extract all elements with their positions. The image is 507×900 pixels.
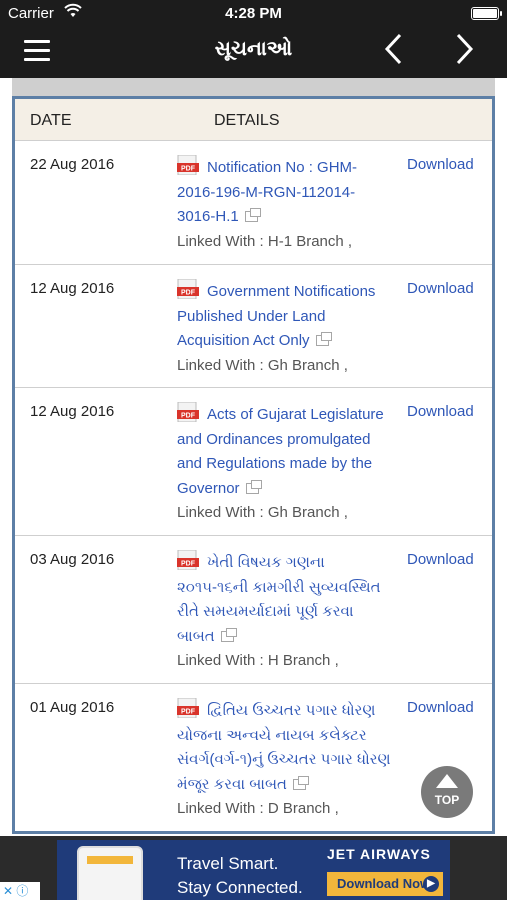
pdf-icon: PDF bbox=[177, 155, 199, 175]
chevron-left-icon[interactable] bbox=[382, 32, 404, 74]
pdf-icon: PDF bbox=[177, 698, 199, 718]
row-date: 22 Aug 2016 bbox=[30, 156, 115, 173]
table-row: 03 Aug 2016 PDF ખેતી વિષયક ગણના ૨૦૧૫-૧૬ની… bbox=[15, 536, 492, 684]
nav-bar: સૂચનાઓ bbox=[0, 26, 507, 78]
ad-brand: JET AIRWAYS bbox=[327, 846, 431, 862]
row-details: PDF Government Notifications Published Un… bbox=[177, 279, 391, 378]
row-details: PDF દ્વિતિય ઉચ્ચતર પગાર ધોરણ યોજના અન્વયે… bbox=[177, 698, 391, 822]
ad-banner[interactable]: Travel Smart. Stay Connected. JET AIRWAY… bbox=[57, 840, 450, 900]
chevron-right-icon: ▶ bbox=[423, 876, 439, 892]
notifications-table[interactable]: DATE DETAILS 22 Aug 2016 PDF Notification… bbox=[12, 96, 495, 834]
ad-cta-button[interactable]: Download Now ▶ bbox=[327, 872, 443, 896]
linked-with: Linked With : H Branch , bbox=[177, 652, 339, 670]
page-title: સૂચનાઓ bbox=[214, 38, 293, 60]
ad-tagline: Travel Smart. Stay Connected. bbox=[177, 852, 303, 900]
table-row: 01 Aug 2016 PDF દ્વિતિય ઉચ્ચતર પગાર ધોરણ … bbox=[15, 684, 492, 831]
svg-text:PDF: PDF bbox=[181, 413, 196, 420]
download-link[interactable]: Download bbox=[407, 403, 474, 420]
scroll-to-top-button[interactable]: TOP bbox=[421, 766, 473, 818]
divider-strip bbox=[12, 78, 495, 96]
svg-text:PDF: PDF bbox=[181, 290, 196, 297]
table-header: DATE DETAILS bbox=[15, 99, 492, 141]
download-link[interactable]: Download bbox=[407, 280, 474, 297]
pdf-icon: PDF bbox=[177, 550, 199, 570]
linked-with: Linked With : D Branch , bbox=[177, 800, 339, 818]
ad-line-1: Travel Smart. bbox=[177, 854, 279, 873]
svg-text:PDF: PDF bbox=[181, 561, 196, 568]
external-link-icon bbox=[315, 332, 332, 347]
notification-link[interactable]: દ્વિતિય ઉચ્ચતર પગાર ધોરણ યોજના અન્વયે ના… bbox=[177, 702, 391, 793]
phone-image bbox=[77, 846, 143, 900]
table-row: 12 Aug 2016 PDF Acts of Gujarat Legislatu… bbox=[15, 388, 492, 536]
row-details: PDF Acts of Gujarat Legislature and Ordin… bbox=[177, 402, 391, 526]
header-date: DATE bbox=[30, 112, 72, 129]
linked-with: Linked With : Gh Branch , bbox=[177, 504, 348, 522]
clock: 4:28 PM bbox=[225, 5, 282, 22]
notification-link[interactable]: Acts of Gujarat Legislature and Ordinanc… bbox=[177, 406, 384, 497]
external-link-icon bbox=[220, 627, 237, 642]
ad-banner-area: Travel Smart. Stay Connected. JET AIRWAY… bbox=[0, 836, 507, 900]
linked-with: Linked With : H-1 Branch , bbox=[177, 232, 353, 250]
ad-line-2: Stay Connected. bbox=[177, 878, 303, 897]
svg-text:PDF: PDF bbox=[181, 166, 196, 173]
row-date: 03 Aug 2016 bbox=[30, 551, 115, 568]
external-link-icon bbox=[292, 775, 309, 790]
row-date: 01 Aug 2016 bbox=[30, 699, 115, 716]
header-details: DETAILS bbox=[214, 112, 280, 129]
arrow-up-icon bbox=[436, 774, 458, 788]
top-label: TOP bbox=[434, 793, 460, 807]
notification-link[interactable]: Notification No : GHM-2016-196-M-RGN-112… bbox=[177, 159, 357, 225]
row-details: PDF Notification No : GHM-2016-196-M-RGN-… bbox=[177, 155, 391, 254]
ad-cta-label: Download Now bbox=[337, 876, 431, 891]
chevron-right-icon[interactable] bbox=[454, 32, 476, 74]
notification-link[interactable]: ખેતી વિષયક ગણના ૨૦૧૫-૧૬ની કામગીરી સુવ્યવ… bbox=[177, 554, 381, 645]
download-link[interactable]: Download bbox=[407, 699, 474, 716]
download-link[interactable]: Download bbox=[407, 551, 474, 568]
linked-with: Linked With : Gh Branch , bbox=[177, 356, 348, 374]
pdf-icon: PDF bbox=[177, 279, 199, 299]
external-link-icon bbox=[245, 479, 262, 494]
external-link-icon bbox=[244, 208, 261, 223]
table-row: 22 Aug 2016 PDF Notification No : GHM-201… bbox=[15, 141, 492, 265]
table-row: 12 Aug 2016 PDF Government Notifications … bbox=[15, 265, 492, 388]
row-date: 12 Aug 2016 bbox=[30, 280, 115, 297]
battery-icon bbox=[471, 7, 502, 20]
ad-choices-icon[interactable]: ✕ ⓘ bbox=[0, 882, 40, 900]
pdf-icon: PDF bbox=[177, 402, 199, 422]
status-bar: Carrier 4:28 PM bbox=[0, 0, 507, 26]
row-date: 12 Aug 2016 bbox=[30, 403, 115, 420]
notification-link[interactable]: Government Notifications Published Under… bbox=[177, 283, 375, 349]
svg-text:PDF: PDF bbox=[181, 709, 196, 716]
row-details: PDF ખેતી વિષયક ગણના ૨૦૧૫-૧૬ની કામગીરી સુવ… bbox=[177, 550, 391, 674]
download-link[interactable]: Download bbox=[407, 156, 474, 173]
